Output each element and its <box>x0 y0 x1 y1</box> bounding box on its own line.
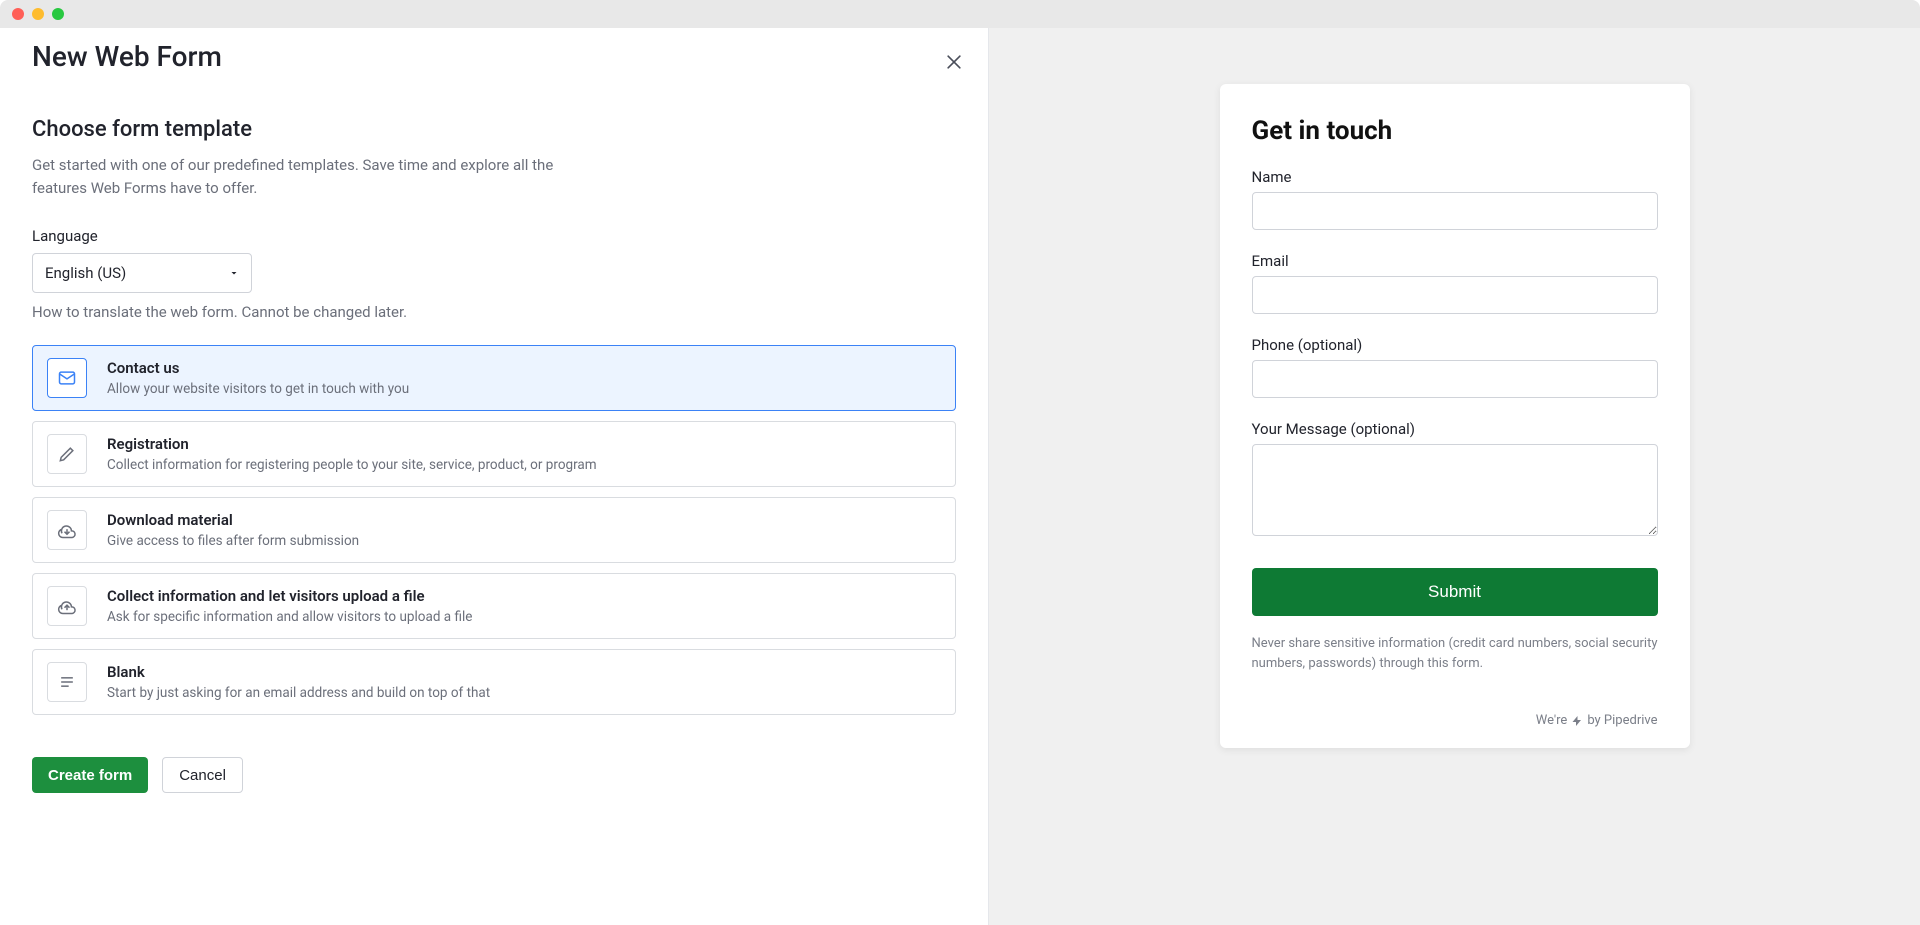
language-help-text: How to translate the web form. Cannot be… <box>32 303 956 321</box>
powered-by: We're by Pipedrive <box>1252 713 1658 728</box>
preview-message-textarea[interactable] <box>1252 444 1658 536</box>
template-card[interactable]: Contact us Allow your website visitors to… <box>32 345 956 411</box>
language-label: Language <box>32 227 956 245</box>
preview-email-label: Email <box>1252 252 1658 270</box>
new-form-modal: New Web Form Choose form template Get st… <box>0 28 988 925</box>
preview-card: Get in touch Name Email Phone (optional)… <box>1220 84 1690 748</box>
template-title: Registration <box>107 435 597 453</box>
template-title: Download material <box>107 511 359 529</box>
preview-disclaimer: Never share sensitive information (credi… <box>1252 634 1658 673</box>
template-title: Contact us <box>107 359 409 377</box>
template-text: Download material Give access to files af… <box>107 511 359 549</box>
preview-phone-label: Phone (optional) <box>1252 336 1658 354</box>
template-desc: Give access to files after form submissi… <box>107 533 359 549</box>
window-zoom-dot[interactable] <box>52 8 64 20</box>
language-select-value: English (US) <box>45 264 126 282</box>
download-icon <box>47 510 87 550</box>
template-list: Contact us Allow your website visitors to… <box>32 345 956 715</box>
close-icon[interactable] <box>944 52 964 72</box>
preview-email-input[interactable] <box>1252 276 1658 314</box>
preview-name-label: Name <box>1252 168 1658 186</box>
preview-message-label: Your Message (optional) <box>1252 420 1658 438</box>
section-description: Get started with one of our predefined t… <box>32 154 592 199</box>
modal-footer: Create form Cancel <box>32 757 956 793</box>
pencil-icon <box>47 434 87 474</box>
template-desc: Collect information for registering peop… <box>107 457 597 473</box>
preview-form-title: Get in touch <box>1252 116 1658 146</box>
window-minimize-dot[interactable] <box>32 8 44 20</box>
section-title: Choose form template <box>32 117 956 142</box>
template-desc: Allow your website visitors to get in to… <box>107 381 409 397</box>
template-text: Registration Collect information for regi… <box>107 435 597 473</box>
lines-icon <box>47 662 87 702</box>
language-select[interactable]: English (US) <box>32 253 252 293</box>
powered-prefix: We're <box>1536 713 1568 728</box>
create-form-button[interactable]: Create form <box>32 757 148 793</box>
template-text: Contact us Allow your website visitors to… <box>107 359 409 397</box>
preview-name-input[interactable] <box>1252 192 1658 230</box>
template-text: Blank Start by just asking for an email a… <box>107 663 490 701</box>
preview-phone-input[interactable] <box>1252 360 1658 398</box>
mail-icon <box>47 358 87 398</box>
preview-panel: Get in touch Name Email Phone (optional)… <box>988 28 1920 925</box>
template-card[interactable]: Blank Start by just asking for an email a… <box>32 649 956 715</box>
template-desc: Start by just asking for an email addres… <box>107 685 490 701</box>
bolt-icon <box>1571 715 1583 727</box>
template-card[interactable]: Registration Collect information for regi… <box>32 421 956 487</box>
template-card[interactable]: Download material Give access to files af… <box>32 497 956 563</box>
modal-title: New Web Form <box>32 40 956 73</box>
cancel-button[interactable]: Cancel <box>162 757 243 793</box>
preview-submit-button[interactable]: Submit <box>1252 568 1658 616</box>
window-close-dot[interactable] <box>12 8 24 20</box>
mac-titlebar <box>0 0 1920 28</box>
template-title: Collect information and let visitors upl… <box>107 587 472 605</box>
template-title: Blank <box>107 663 490 681</box>
template-card[interactable]: Collect information and let visitors upl… <box>32 573 956 639</box>
app-root: New Web Form Choose form template Get st… <box>0 28 1920 925</box>
template-text: Collect information and let visitors upl… <box>107 587 472 625</box>
upload-icon <box>47 586 87 626</box>
template-desc: Ask for specific information and allow v… <box>107 609 472 625</box>
powered-suffix: by Pipedrive <box>1587 713 1657 728</box>
